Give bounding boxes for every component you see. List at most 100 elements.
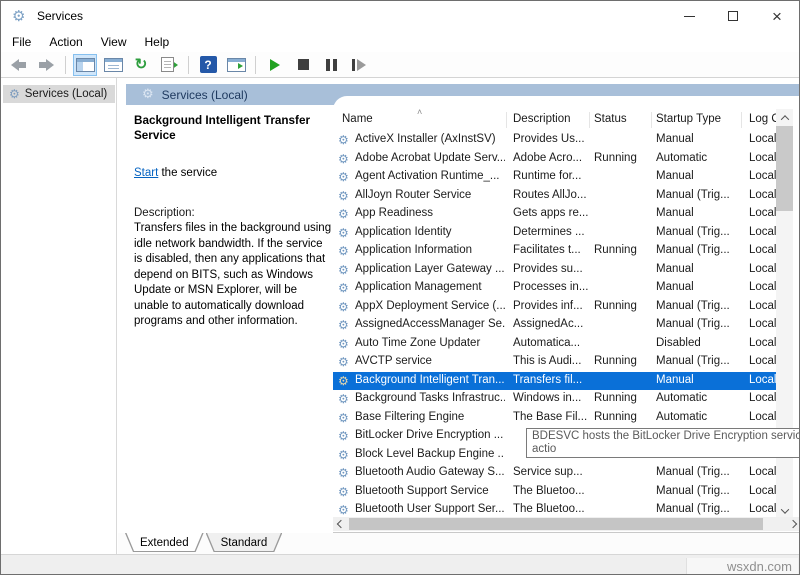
cell-name: ActiveX Installer (AxInstSV)	[355, 133, 505, 145]
cell-name: Base Filtering Engine	[355, 411, 505, 423]
column-divider[interactable]	[506, 112, 507, 128]
cell-status: Running	[594, 355, 650, 367]
table-row[interactable]: ⚙Background Intelligent Tran...Transfers…	[333, 372, 776, 391]
table-row[interactable]: ⚙AVCTP serviceThis is Audi...RunningManu…	[333, 353, 776, 372]
scrollbar-up-icon[interactable]	[776, 109, 793, 126]
column-header-startup-type[interactable]: Startup Type	[656, 113, 721, 125]
services-gear-icon: ⚙	[9, 87, 20, 101]
start-service-icon[interactable]	[263, 54, 287, 76]
column-divider[interactable]	[651, 112, 652, 128]
stop-service-icon[interactable]	[291, 54, 315, 76]
table-row[interactable]: ⚙Application ManagementProcesses in...Ma…	[333, 279, 776, 298]
table-row[interactable]: ⚙Agent Activation Runtime_...Runtime for…	[333, 168, 776, 187]
tree-item-services-local[interactable]: ⚙ Services (Local)	[3, 85, 115, 103]
cell-startup: Manual (Trig...	[656, 226, 740, 238]
horizontal-scrollbar-thumb[interactable]	[349, 518, 763, 530]
minimize-button[interactable]	[667, 1, 711, 31]
cell-description: Facilitates t...	[513, 244, 589, 256]
menu-item-file[interactable]: File	[3, 33, 40, 51]
cell-description: Provides su...	[513, 263, 589, 275]
maximize-icon	[728, 11, 738, 21]
horizontal-scrollbar[interactable]	[333, 517, 800, 531]
show-action-pane-icon[interactable]	[224, 54, 248, 76]
cell-description: Gets apps re...	[513, 207, 589, 219]
cell-logon: Local Se	[749, 337, 776, 349]
help-icon[interactable]: ?	[196, 54, 220, 76]
services-window: ⚙ Services × File Action View Help ↻ ?	[0, 0, 800, 575]
cell-logon: Local Sy	[749, 133, 776, 145]
service-gear-icon: ⚙	[338, 152, 349, 166]
start-service-link[interactable]: Start	[134, 167, 158, 179]
cell-startup: Manual (Trig...	[656, 300, 740, 312]
table-row[interactable]: ⚙AppX Deployment Service (...Provides in…	[333, 298, 776, 317]
show-console-tree-icon[interactable]	[73, 54, 97, 76]
column-header-name[interactable]: Name	[342, 113, 373, 125]
table-row[interactable]: ⚙Application IdentityDetermines ...Manua…	[333, 224, 776, 243]
cell-logon: Local Sy	[749, 207, 776, 219]
service-gear-icon: ⚙	[338, 466, 349, 480]
cell-name: Background Tasks Infrastruc...	[355, 392, 505, 404]
tab-extended[interactable]: Extended	[125, 533, 204, 552]
toolbar-separator	[65, 56, 66, 74]
maximize-button[interactable]	[711, 1, 755, 31]
restart-service-icon[interactable]	[347, 54, 371, 76]
cell-name: Bluetooth User Support Ser...	[355, 503, 505, 515]
close-button[interactable]: ×	[755, 1, 799, 31]
column-header-description[interactable]: Description	[513, 113, 571, 125]
view-tabs: Extended Standard	[118, 533, 800, 554]
cell-startup: Manual (Trig...	[656, 244, 740, 256]
cell-logon: Local Sy	[749, 503, 776, 515]
forward-icon[interactable]	[34, 54, 58, 76]
table-row[interactable]: ⚙Background Tasks Infrastruc...Windows i…	[333, 390, 776, 409]
menu-item-help[interactable]: Help	[136, 33, 179, 51]
column-divider[interactable]	[589, 112, 590, 128]
menu-item-view[interactable]: View	[92, 33, 136, 51]
cell-name: Application Identity	[355, 226, 505, 238]
cell-description: Processes in...	[513, 281, 589, 293]
service-gear-icon: ⚙	[338, 485, 349, 499]
cell-logon: Local Se	[749, 466, 776, 478]
table-row[interactable]: ⚙App ReadinessGets apps re...ManualLocal…	[333, 205, 776, 224]
cell-logon: Local Sy	[749, 318, 776, 330]
start-service-text: the service	[158, 167, 217, 179]
cell-description: Provides Us...	[513, 133, 589, 145]
cell-description: Determines ...	[513, 226, 589, 238]
cell-logon: Local Sy	[749, 152, 776, 164]
table-row[interactable]: ⚙Bluetooth Support ServiceThe Bluetoo...…	[333, 483, 776, 502]
properties-icon[interactable]	[101, 54, 125, 76]
service-gear-icon: ⚙	[338, 429, 349, 443]
column-divider[interactable]	[741, 112, 742, 128]
table-row[interactable]: ⚙Base Filtering EngineThe Base Fil...Run…	[333, 409, 776, 428]
menu-item-action[interactable]: Action	[40, 33, 91, 51]
table-row[interactable]: ⚙Bluetooth Audio Gateway S...Service sup…	[333, 464, 776, 483]
scrollbar-right-icon[interactable]	[785, 517, 800, 531]
table-row[interactable]: ⚙Adobe Acrobat Update Serv...Adobe Acro.…	[333, 150, 776, 169]
column-header-status[interactable]: Status	[594, 113, 627, 125]
table-row[interactable]: ⚙Auto Time Zone UpdaterAutomatica...Disa…	[333, 335, 776, 354]
tab-standard[interactable]: Standard	[206, 533, 283, 552]
cell-status: Running	[594, 411, 650, 423]
export-list-icon[interactable]	[157, 54, 181, 76]
back-icon[interactable]	[6, 54, 30, 76]
scrollbar-left-icon[interactable]	[333, 517, 348, 531]
vertical-scrollbar-thumb[interactable]	[776, 126, 793, 211]
cell-logon: Local Sy	[749, 392, 776, 404]
cell-name: AllJoyn Router Service	[355, 189, 505, 201]
table-row[interactable]: ⚙AssignedAccessManager Se...AssignedAc..…	[333, 316, 776, 335]
cell-startup: Automatic	[656, 152, 740, 164]
table-row[interactable]: ⚙Application Layer Gateway ...Provides s…	[333, 261, 776, 280]
cell-startup: Manual (Trig...	[656, 466, 740, 478]
cell-logon: Local Sy	[749, 300, 776, 312]
pause-service-icon[interactable]	[319, 54, 343, 76]
cell-logon: Local Sy	[749, 374, 776, 386]
cell-name: AppX Deployment Service (...	[355, 300, 505, 312]
cell-name: Bluetooth Support Service	[355, 485, 505, 497]
table-row[interactable]: ⚙ActiveX Installer (AxInstSV)Provides Us…	[333, 131, 776, 150]
service-gear-icon: ⚙	[338, 355, 349, 369]
menu-bar: File Action View Help	[1, 31, 799, 52]
table-row[interactable]: ⚙Application InformationFacilitates t...…	[333, 242, 776, 261]
table-row[interactable]: ⚙AllJoyn Router ServiceRoutes AllJo...Ma…	[333, 187, 776, 206]
cell-status: Running	[594, 244, 650, 256]
sort-ascending-icon: ˄	[417, 107, 422, 117]
refresh-icon[interactable]: ↻	[129, 54, 153, 76]
